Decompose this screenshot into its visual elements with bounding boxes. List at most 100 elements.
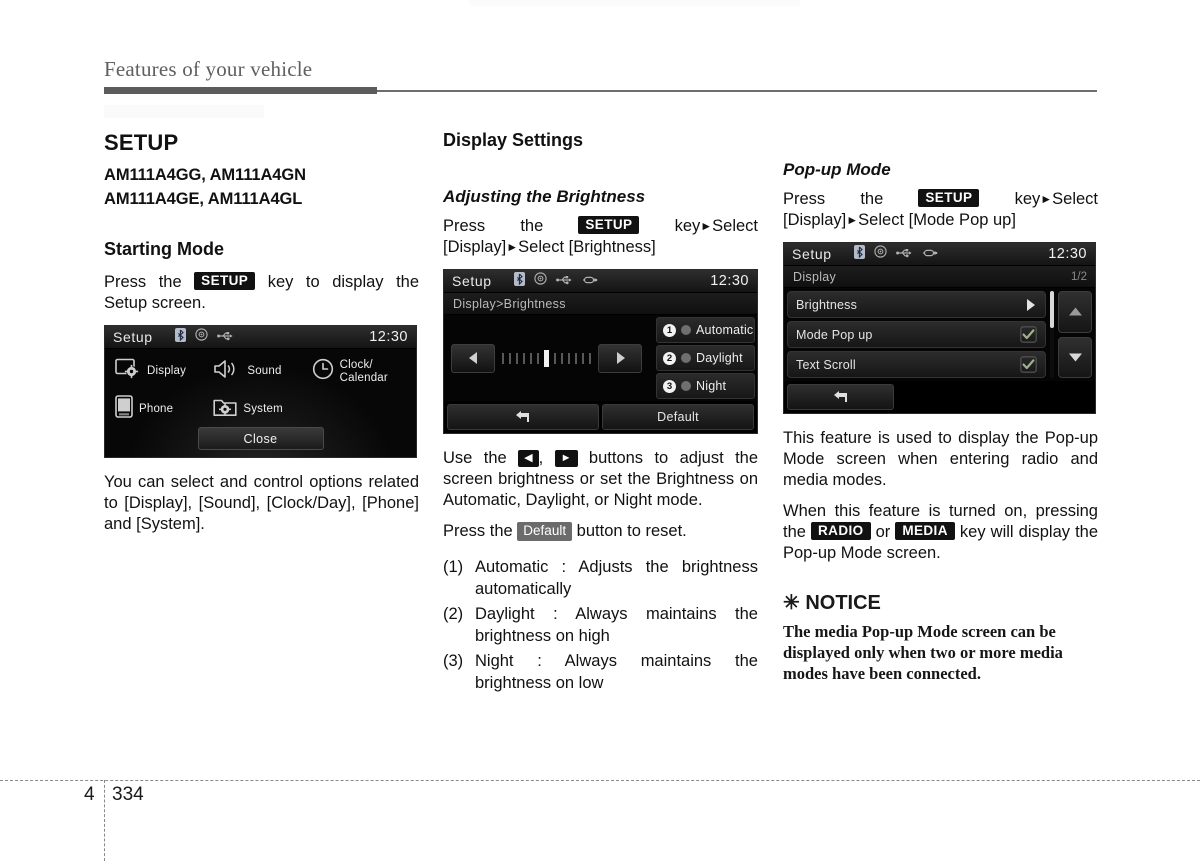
column-middle: Display Settings Adjusting the Brightnes… xyxy=(443,130,758,697)
option-label: Automatic xyxy=(696,323,754,337)
path-arrow-icon: ► xyxy=(700,219,713,233)
statusbar-icons xyxy=(853,244,938,264)
brightness-navigation-path: Press the SETUP key►Select [Display]►Sel… xyxy=(443,216,758,258)
text-key: key xyxy=(1014,190,1041,208)
speaker-icon xyxy=(213,359,241,384)
tick xyxy=(568,352,570,364)
setup-item-sound[interactable]: Sound xyxy=(213,358,311,385)
page-top-artifact xyxy=(470,0,800,6)
screen-breadcrumb: Display>Brightness xyxy=(444,293,757,315)
page-indicator: 1/2 xyxy=(1071,270,1087,283)
back-arrow-icon xyxy=(516,411,529,422)
setup-item-label: System xyxy=(243,402,283,415)
scrollbar-thumb[interactable] xyxy=(1050,291,1054,328)
brightness-slider-group xyxy=(444,315,656,401)
brightness-increase-button[interactable] xyxy=(598,343,642,373)
heading-starting-mode: Starting Mode xyxy=(104,239,224,259)
list-item: (2) Daylight : Always maintains the brigh… xyxy=(443,603,758,647)
brightness-usage-text: Use the ◀, ► buttons to adjust the scree… xyxy=(443,448,758,511)
starting-mode-instruction: Press the SETUP key to display the Setup… xyxy=(104,272,419,314)
back-button[interactable] xyxy=(447,404,599,430)
screen-statusbar: Setup 12:30 xyxy=(444,270,757,293)
brightness-decrease-button[interactable] xyxy=(451,343,495,373)
disc-icon xyxy=(873,245,887,263)
clock-icon xyxy=(312,358,334,385)
popup-description-1: This feature is used to display the Pop-… xyxy=(783,429,1098,489)
tick-active xyxy=(544,349,549,367)
checkbox-checked-icon[interactable] xyxy=(1020,326,1037,343)
right-arrow-icon xyxy=(616,352,625,364)
radio-key-chip: RADIO xyxy=(811,522,871,540)
setup-item-label: Sound xyxy=(247,365,282,378)
display-menu-screenshot: Setup 12:30 Display 1/2 Brightness Mode … xyxy=(783,242,1096,414)
default-button[interactable]: Default xyxy=(602,404,754,430)
menu-row-text-scroll[interactable]: Text Scroll xyxy=(787,351,1046,378)
menu-row-brightness[interactable]: Brightness xyxy=(787,291,1046,318)
breadcrumb-text: Display xyxy=(793,269,837,284)
bluetooth-icon xyxy=(513,271,525,291)
column-right: Pop-up Mode Press the SETUP key►Select [… xyxy=(783,160,1098,684)
list-item-text: Night : Always maintains the brightness … xyxy=(475,652,758,692)
brightness-mode-options: 1 Automatic 2 Daylight 3 Night xyxy=(656,315,757,401)
text-select-mode-popup: Select [Mode Pop up] xyxy=(858,211,1016,229)
default-button-chip: Default xyxy=(517,522,573,541)
brightness-option-daylight[interactable]: 2 Daylight xyxy=(656,345,755,371)
text-select-brightness: Select [Brightness] xyxy=(518,238,656,256)
text-comma: , xyxy=(538,449,544,467)
brightness-level-ticks xyxy=(502,348,591,368)
brightness-option-automatic[interactable]: 1 Automatic xyxy=(656,317,755,343)
setup-item-clock-calendar[interactable]: Clock/ Calendar xyxy=(312,358,410,385)
media-key-chip: MEDIA xyxy=(895,522,955,540)
screen-statusbar: Setup 12:30 xyxy=(784,243,1095,266)
radio-icon xyxy=(681,353,691,363)
scroll-up-button[interactable] xyxy=(1058,291,1092,333)
back-button[interactable] xyxy=(787,384,894,410)
text-press-the: Press the xyxy=(443,217,544,235)
setup-item-phone[interactable]: Phone xyxy=(115,395,213,423)
folio-chapter: 4 xyxy=(84,784,95,805)
setup-item-label: Phone xyxy=(139,402,174,415)
folio-page-number: 334 xyxy=(112,784,144,805)
usb-icon xyxy=(895,245,913,263)
screen-clock: 12:30 xyxy=(369,329,408,345)
list-item-number: (2) xyxy=(443,605,464,623)
left-arrow-icon xyxy=(468,352,477,364)
notice-title-text: NOTICE xyxy=(805,592,881,614)
tick xyxy=(589,352,591,364)
menu-row-mode-popup[interactable]: Mode Pop up xyxy=(787,321,1046,348)
display-menu-list: Brightness Mode Pop up Text Scroll xyxy=(784,288,1095,381)
popup-navigation-path: Press the SETUP key►Select [Display]►Sel… xyxy=(783,189,1098,231)
heading-adjusting-brightness: Adjusting the Brightness xyxy=(443,187,646,206)
radio-icon xyxy=(681,381,691,391)
list-item-number: (1) xyxy=(443,558,464,576)
menu-rows: Brightness Mode Pop up Text Scroll xyxy=(787,291,1046,378)
path-arrow-icon: ► xyxy=(506,240,519,254)
setup-item-display[interactable]: Display xyxy=(115,358,213,385)
tick xyxy=(561,352,563,364)
scrollbar[interactable] xyxy=(1050,291,1054,378)
display-menu-button-bar xyxy=(784,381,1095,413)
heading-popup-mode: Pop-up Mode xyxy=(783,160,891,179)
option-label: Night xyxy=(696,379,727,393)
screen-statusbar: Setup 12:30 xyxy=(105,326,416,349)
model-line-2: AM111A4GE, AM111A4GL xyxy=(104,190,303,208)
up-arrow-icon xyxy=(1068,307,1082,316)
close-button[interactable]: Close xyxy=(197,427,324,450)
aux-icon xyxy=(922,245,938,263)
setup-item-system[interactable]: System xyxy=(213,395,311,423)
setup-item-label: Display xyxy=(147,365,187,378)
statusbar-icons xyxy=(174,327,234,347)
setup-key-chip: SETUP xyxy=(194,272,256,290)
heading-display-settings: Display Settings xyxy=(443,130,584,150)
menu-row-label: Brightness xyxy=(796,297,858,312)
scroll-down-button[interactable] xyxy=(1058,336,1092,378)
checkbox-checked-icon[interactable] xyxy=(1020,356,1037,373)
setup-menu-grid: Display Sound Clock/ Calendar Phone Syst… xyxy=(105,349,416,423)
down-arrow-icon xyxy=(1068,353,1082,362)
usb-icon xyxy=(216,328,234,346)
tick xyxy=(516,352,518,364)
callout-number: 3 xyxy=(663,379,676,393)
brightness-option-night[interactable]: 3 Night xyxy=(656,373,755,399)
bluetooth-icon xyxy=(853,244,865,264)
list-item-text: Daylight : Always maintains the brightne… xyxy=(475,605,758,645)
